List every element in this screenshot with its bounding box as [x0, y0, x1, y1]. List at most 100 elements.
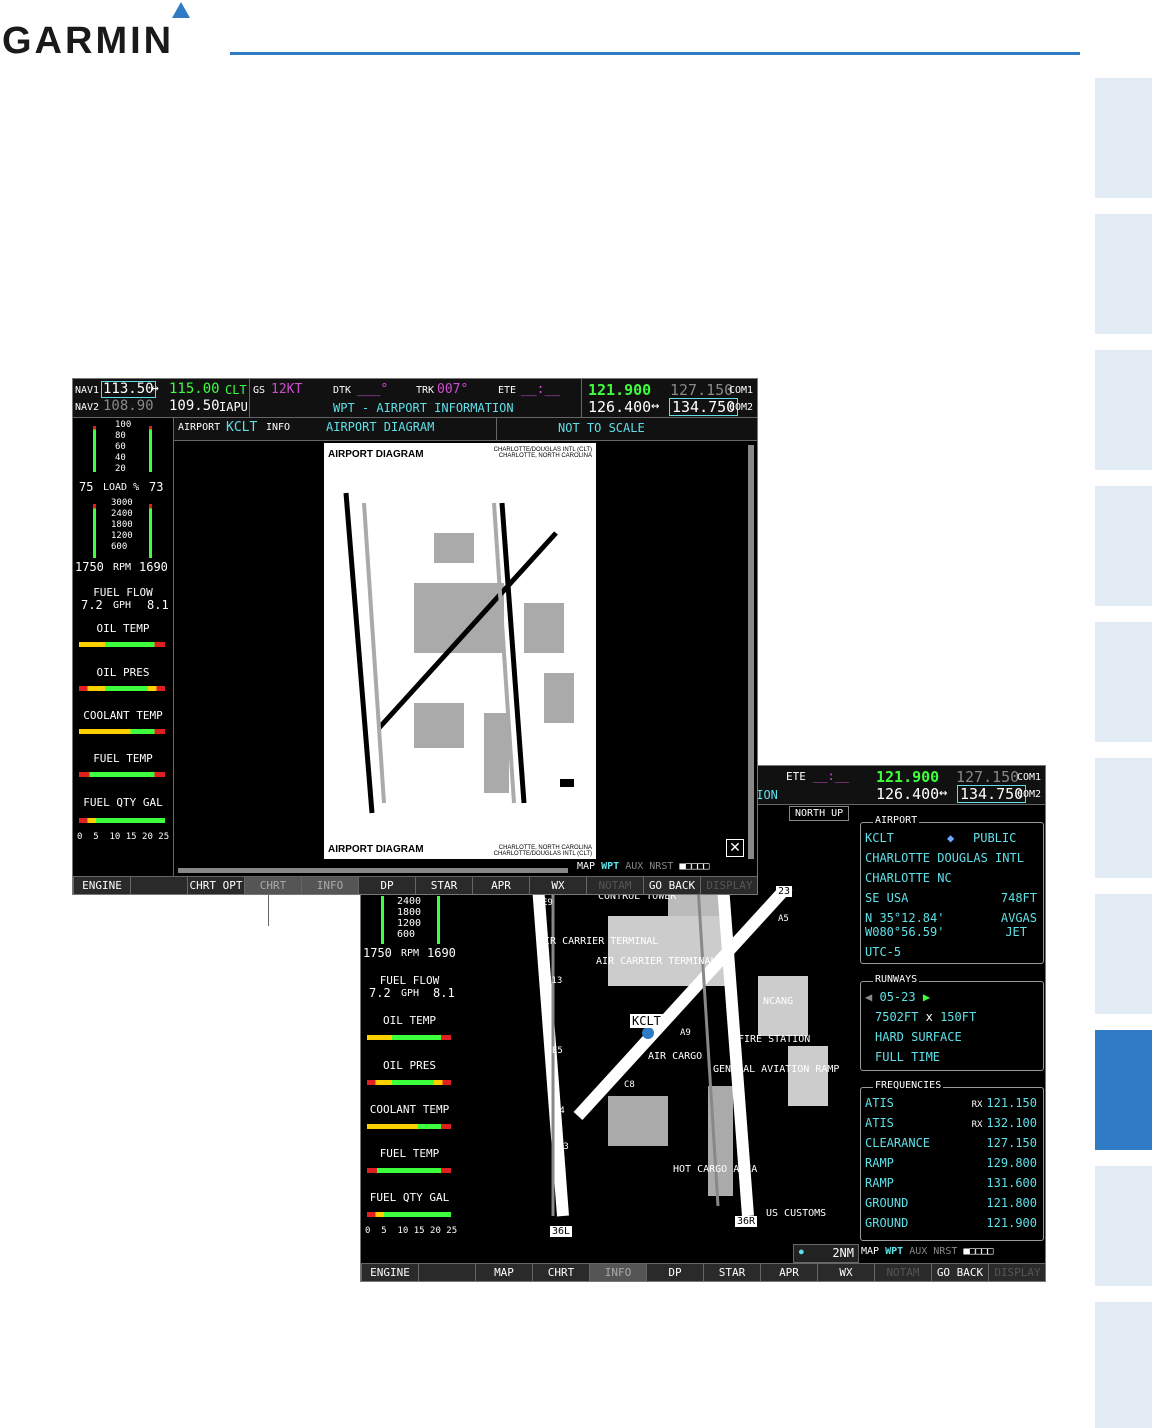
airport-diagram-chart[interactable]: AIRPORT DIAGRAM CHARLOTTE/DOUGLAS INTL (…	[324, 443, 596, 859]
softkey-star[interactable]: STAR	[703, 1264, 760, 1281]
side-tab-5[interactable]	[1095, 622, 1152, 742]
mini-aux[interactable]: AUX	[625, 861, 643, 872]
map-label-fire-station: FIRE STATION	[738, 1034, 811, 1045]
chart-diagram-label[interactable]: AIRPORT DIAGRAM	[326, 420, 434, 434]
nav1-standby[interactable]: 115.00	[169, 381, 220, 397]
chart-horizontal-scrollbar[interactable]	[178, 868, 568, 873]
com1-standby[interactable]: 127.150	[670, 381, 733, 399]
softkey-engine[interactable]: ENGINE	[73, 877, 130, 894]
airport-map[interactable]: CONTROL TOWER AIR CARRIER TERMINAL AIR C…	[458, 886, 858, 1266]
runway-next-icon[interactable]: ▶	[923, 990, 930, 1004]
freq-row[interactable]: CLEARANCE 127.150	[865, 1134, 1037, 1152]
side-tab-10[interactable]	[1095, 1302, 1152, 1428]
softkey-star[interactable]: STAR	[415, 877, 472, 894]
back-mini-map[interactable]: MAP	[861, 1246, 879, 1257]
softkey-display[interactable]: DISPLAY	[700, 877, 757, 894]
freq-row[interactable]: ATIS RX 121.150	[865, 1094, 1037, 1112]
softkey-chrt[interactable]: CHRT	[244, 877, 301, 894]
rpm-tick-600: 600	[111, 542, 128, 552]
softkey-chrt[interactable]: CHRT	[532, 1264, 589, 1281]
garmin-delta-icon	[172, 2, 190, 18]
mini-nrst[interactable]: NRST	[649, 861, 673, 872]
softkey-blank[interactable]	[418, 1264, 475, 1281]
back-mini-nav: MAP WPT AUX NRST ■□□□□	[861, 1246, 994, 1257]
runway-designation[interactable]: 05-23	[879, 990, 915, 1004]
back-mini-nrst[interactable]: NRST	[933, 1246, 957, 1257]
chart-airport-id[interactable]: KCLT	[226, 420, 257, 435]
softkey-display[interactable]: DISPLAY	[988, 1264, 1045, 1281]
coolant-temp-bar	[79, 729, 165, 734]
softkey-info[interactable]: INFO	[301, 877, 358, 894]
com-swap-icon[interactable]: ↔	[651, 398, 659, 414]
com2-standby[interactable]: 134.750	[669, 398, 739, 416]
softkey-dp[interactable]: DP	[646, 1264, 703, 1281]
back-com2-active[interactable]: 126.400	[876, 785, 939, 803]
chart-viewport[interactable]: AIRPORT DIAGRAM CHARLOTTE/DOUGLAS INTL (…	[174, 441, 754, 873]
nav2-active[interactable]: 108.90	[103, 398, 154, 414]
back-fuel-flow-left: 7.2	[369, 986, 391, 1000]
back-fuel-temp-bar	[367, 1168, 451, 1173]
side-tab-8-active[interactable]	[1095, 1030, 1152, 1150]
softkey-go-back[interactable]: GO BACK	[931, 1264, 988, 1281]
nav2-standby[interactable]: 109.50	[169, 398, 220, 414]
back-com-swap-icon[interactable]: ↔	[939, 785, 947, 801]
side-tab-1[interactable]	[1095, 78, 1152, 198]
back-coolant-temp-label: COOLANT TEMP	[369, 1103, 450, 1116]
rpm-scale-bar-left	[93, 504, 96, 558]
freq-row[interactable]: GROUND 121.900	[865, 1214, 1037, 1232]
softkey-notam[interactable]: NOTAM	[874, 1264, 931, 1281]
softkey-apr[interactable]: APR	[760, 1264, 817, 1281]
softkey-engine[interactable]: ENGINE	[361, 1264, 418, 1281]
softkey-blank[interactable]	[130, 877, 187, 894]
mini-wpt[interactable]: WPT	[601, 861, 619, 872]
freq-row[interactable]: ATIS RX 132.100	[865, 1114, 1037, 1132]
nav1-active[interactable]: 113.50	[101, 381, 156, 398]
com2-active[interactable]: 126.400	[588, 398, 651, 416]
north-up-button[interactable]: NORTH UP	[789, 806, 850, 821]
back-fuel-flow-unit: GPH	[401, 988, 420, 999]
rpm-tick-2400: 2400	[111, 509, 133, 519]
side-tab-9[interactable]	[1095, 1166, 1152, 1286]
softkey-wx[interactable]: WX	[529, 877, 586, 894]
gs-value: 12KT	[271, 382, 303, 397]
airport-fuel-2: JET	[1005, 925, 1027, 939]
softkey-dp[interactable]: DP	[358, 877, 415, 894]
back-com1-standby[interactable]: 127.150	[956, 768, 1019, 786]
back-com1-active[interactable]: 121.900	[876, 768, 939, 786]
side-tab-3[interactable]	[1095, 350, 1152, 470]
chart-customs	[560, 779, 574, 787]
freq-row[interactable]: RAMP 131.600	[865, 1174, 1037, 1192]
softkey-go-back[interactable]: GO BACK	[643, 877, 700, 894]
softkey-notam[interactable]: NOTAM	[586, 877, 643, 894]
back-com2-standby[interactable]: 134.750	[957, 785, 1027, 803]
side-tab-7[interactable]	[1095, 894, 1152, 1014]
back-fuel-qty-bar	[367, 1212, 451, 1217]
runways-box-title: RUNWAYS	[873, 974, 920, 985]
freq-row[interactable]: GROUND 121.800	[865, 1194, 1037, 1212]
side-tab-4[interactable]	[1095, 486, 1152, 606]
softkey-map[interactable]: MAP	[475, 1264, 532, 1281]
chart-vertical-scrollbar[interactable]	[748, 445, 754, 861]
range-box[interactable]: ● 2NM	[793, 1244, 859, 1263]
softkey-wx[interactable]: WX	[817, 1264, 874, 1281]
com1-active[interactable]: 121.900	[588, 381, 651, 399]
side-tab-2[interactable]	[1095, 214, 1152, 334]
side-tab-6[interactable]	[1095, 758, 1152, 878]
softkey-chrt-opt[interactable]: CHRT OPT	[187, 877, 244, 894]
back-mini-aux[interactable]: AUX	[909, 1246, 927, 1257]
map-label-kclt[interactable]: KCLT	[630, 1014, 663, 1028]
load-tick-80: 80	[115, 431, 126, 441]
front-header-divider-left	[249, 379, 250, 417]
dtk-value: ___°	[357, 382, 389, 397]
airport-id[interactable]: KCLT	[865, 831, 894, 845]
mini-map[interactable]: MAP	[577, 861, 595, 872]
softkey-apr[interactable]: APR	[472, 877, 529, 894]
softkey-info[interactable]: INFO	[589, 1264, 646, 1281]
map-label-twy-e4: E4	[554, 1106, 565, 1116]
rpm-right: 1690	[139, 560, 168, 574]
back-mini-wpt[interactable]: WPT	[885, 1246, 903, 1257]
chart-close-icon[interactable]: ✕	[726, 839, 744, 857]
runway-prev-icon[interactable]: ◀	[865, 990, 872, 1004]
freq-row[interactable]: RAMP 129.800	[865, 1154, 1037, 1172]
nav-swap-icon[interactable]: ↔	[151, 381, 159, 396]
